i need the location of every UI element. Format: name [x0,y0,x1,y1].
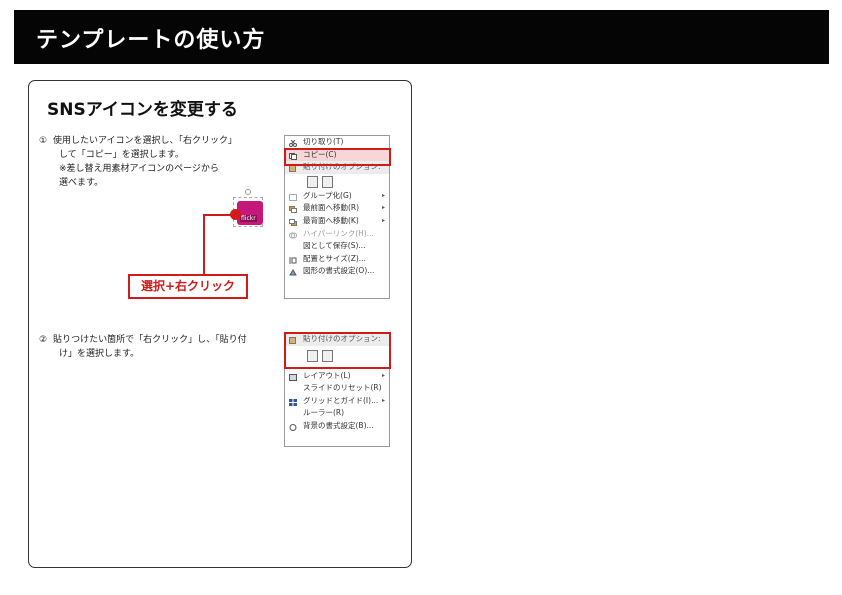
submenu-arrow-icon: ▸ [381,371,385,379]
format-icon [289,268,297,276]
paste-options-row [285,174,389,190]
step-2-number: ② [39,335,48,345]
menu-item-reset-slide[interactable]: スライドのリセット(R) [285,382,389,395]
step-2-line-2: け」を選択します。 [59,349,140,359]
bring-front-icon [289,205,297,214]
hyperlink-icon [289,231,297,239]
menu-item-cut[interactable]: 切り取り(T) [285,136,389,149]
menu-item-hyperlink[interactable]: ハイパーリンク(H)... [285,228,389,241]
menu-item-grid-guides[interactable]: グリッドとガイド(I)... ▸ [285,395,389,408]
group-icon [289,193,297,201]
menu-item-group[interactable]: グループ化(G) ▸ [285,190,389,203]
size-icon [289,256,297,264]
menu-item-size-position[interactable]: 配置とサイズ(Z)... [285,253,389,266]
step-1-note-line-1: ※差し替え用素材アイコンのページから [59,164,219,174]
copy-highlight-box [284,148,391,166]
scissors-icon [289,139,297,147]
page-title: テンプレートの使い方 [36,28,266,53]
instruction-card: SNSアイコンを変更する ① 使用したいアイコンを選択し、「右クリック」 して「コ… [28,80,412,568]
paste-highlight-box [284,332,391,369]
layout-icon [289,373,297,381]
callout-connector-v [203,215,205,275]
step-1-number: ① [39,136,48,146]
section-title: SNSアイコンを変更する [47,100,238,120]
step-2-line-1: 貼りつけたい箇所で「右クリック」し、「貼り付 [53,335,247,345]
step-2-text: ② 貼りつけたい箇所で「右クリック」し、「貼り付 け」を選択します。 [39,333,279,361]
header-bar: テンプレートの使い方 [14,10,829,64]
step-1-note-line-2: 選べます。 [59,178,104,188]
menu-item-save-as-picture[interactable]: 図として保存(S)... [285,240,389,253]
flickr-label: flickr [240,215,257,222]
menu-item-layout[interactable]: レイアウト(L) ▸ [285,370,389,383]
menu-item-format-shape[interactable]: 図形の書式設定(O)... [285,265,389,278]
menu-item-send-back[interactable]: 最背面へ移動(K) ▸ [285,215,389,228]
submenu-arrow-icon: ▸ [381,396,385,404]
step-1-line-1: 使用したいアイコンを選択し、「右クリック」 [53,136,238,146]
paste-picture-icon[interactable] [322,175,333,188]
step-1-line-2: して「コピー」を選択します。 [59,150,184,160]
rotate-handle[interactable] [245,189,251,195]
submenu-arrow-icon: ▸ [381,204,385,212]
background-icon [289,423,297,431]
grid-icon [289,398,297,406]
submenu-arrow-icon: ▸ [381,216,385,224]
menu-item-bring-front[interactable]: 最前面へ移動(R) ▸ [285,202,389,215]
click-point-dot [230,209,241,220]
menu-item-ruler[interactable]: ルーラー(R) [285,407,389,420]
menu-item-format-background[interactable]: 背景の書式設定(B)... [285,420,389,433]
paste-keep-format-icon[interactable] [307,175,318,188]
step-1-text: ① 使用したいアイコンを選択し、「右クリック」 して「コピー」を選択します。 ※差… [39,134,279,190]
callout-label: 選択+右クリック [128,274,248,299]
send-back-icon [289,218,297,226]
submenu-arrow-icon: ▸ [381,191,385,199]
callout-connector-h [203,214,233,216]
